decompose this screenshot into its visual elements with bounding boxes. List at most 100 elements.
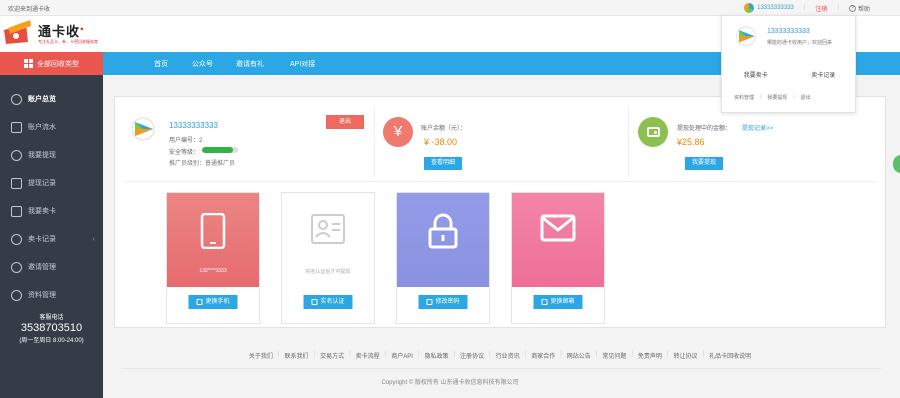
footer-link[interactable]: 商家合作 bbox=[531, 351, 555, 360]
separator: | bbox=[453, 351, 456, 357]
security-label: 安全等级： bbox=[169, 150, 200, 156]
sidebar-item-label: 账户流水 bbox=[28, 124, 56, 131]
sidebar-item-label: 提现记录 bbox=[28, 180, 56, 187]
footer-link[interactable]: 转让协议 bbox=[674, 351, 698, 360]
user-account: 13333333333 bbox=[169, 121, 218, 130]
footer-link[interactable]: 联系我们 bbox=[284, 351, 308, 360]
footer-link[interactable]: 常见问题 bbox=[602, 351, 626, 360]
footer-link[interactable]: 卖卡流程 bbox=[356, 351, 380, 360]
tile-password-face bbox=[397, 193, 489, 287]
separator: | bbox=[631, 351, 633, 357]
nav-item-home[interactable]: 首页 bbox=[154, 59, 168, 69]
tile-verify: 实名认证后才可提现 实名认证 bbox=[281, 192, 375, 324]
all-categories-button[interactable]: 全部回收类型 bbox=[0, 52, 103, 75]
popover-records-link[interactable]: 卖卡记录 bbox=[811, 70, 835, 79]
sidebar-item-overview[interactable]: 账户总览 bbox=[0, 85, 103, 113]
popover-actions: 我要卖卡 卖卡记录 bbox=[722, 70, 857, 79]
change-email-button[interactable]: 更换邮箱 bbox=[533, 295, 583, 309]
chart-icon bbox=[11, 121, 22, 133]
floating-side-tab[interactable] bbox=[893, 155, 900, 173]
withdraw-value: ¥25.86 bbox=[677, 137, 705, 147]
separator: | bbox=[384, 351, 387, 357]
change-password-button[interactable]: 修改密码 bbox=[418, 295, 468, 309]
popover-profile-link[interactable]: 资料管理 bbox=[734, 94, 754, 101]
popover-sell-link[interactable]: 我要卖卡 bbox=[744, 70, 768, 79]
withdraw-label: 提现处理中的金额： bbox=[677, 126, 732, 132]
separator: | bbox=[489, 351, 491, 357]
sidebar-item-label: 邀请管理 bbox=[28, 264, 56, 271]
sidebar-item-sell-records[interactable]: 卖卡记录 ‹ bbox=[0, 225, 103, 253]
hotline: 客服电话 3538703510 (周一至周日 8:00-24:00) bbox=[0, 312, 103, 344]
footer-link[interactable]: 商户API bbox=[391, 351, 413, 360]
account-text: 13333333333 bbox=[757, 5, 794, 11]
footer-link[interactable]: 注册协议 bbox=[460, 351, 484, 360]
sidebar-item-transactions[interactable]: 账户流水 bbox=[0, 113, 103, 141]
avatar bbox=[131, 117, 155, 141]
separator: | bbox=[349, 351, 351, 357]
change-phone-label: 更换手机 bbox=[205, 299, 230, 305]
lock-icon bbox=[426, 299, 433, 305]
separator: | bbox=[417, 351, 420, 357]
sidebar-item-invite-manage[interactable]: 邀请管理 bbox=[0, 253, 103, 281]
user-icon bbox=[11, 289, 22, 301]
popover-greeting: 哪能的通卡收用户，欢迎回来 bbox=[767, 40, 833, 46]
footer-link[interactable]: 网站公告 bbox=[567, 351, 591, 360]
footer-link[interactable]: 礼品卡回收说明 bbox=[709, 351, 751, 360]
nav-item-api[interactable]: API对接 bbox=[290, 59, 315, 69]
help-link[interactable]: ? 帮助 bbox=[848, 4, 870, 13]
list-icon bbox=[11, 177, 22, 189]
separator: | bbox=[793, 94, 795, 100]
exit-button[interactable]: 退出 bbox=[326, 115, 364, 129]
footer-link[interactable]: 隐私政策 bbox=[424, 351, 448, 360]
separator: | bbox=[595, 351, 598, 357]
account-link[interactable]: 13333333333 bbox=[744, 3, 794, 13]
sidebar-item-label: 卖卡记录 bbox=[28, 236, 56, 243]
withdraw-button[interactable]: 我要提现 bbox=[685, 157, 723, 170]
user-icon bbox=[11, 261, 22, 273]
site-logo[interactable]: 通卡收● 专注礼品卡、券、卡密回收服务商 bbox=[4, 18, 114, 50]
footer-link[interactable]: 交易方式 bbox=[320, 351, 344, 360]
logo-slogan: 专注礼品卡、券、卡密回收服务商 bbox=[38, 39, 98, 44]
popover-exit-link[interactable]: 退出 bbox=[801, 94, 811, 101]
phone-icon bbox=[200, 213, 226, 249]
nav-item-invite[interactable]: 邀请有礼 bbox=[236, 59, 264, 69]
separator: | bbox=[313, 351, 316, 357]
popover-account: 13333333333 bbox=[767, 28, 810, 35]
wallet-icon bbox=[638, 117, 668, 147]
coin-icon bbox=[11, 149, 22, 161]
divider bbox=[628, 107, 629, 177]
separator: | bbox=[524, 351, 527, 357]
sidebar-item-withdraw-records[interactable]: 提现记录 bbox=[0, 169, 103, 197]
verify-identity-button[interactable]: 实名认证 bbox=[303, 295, 353, 309]
id-card-icon bbox=[311, 214, 345, 244]
tile-phone-face: 133****3333 bbox=[167, 193, 259, 287]
footer-link[interactable]: 行业资讯 bbox=[496, 351, 520, 360]
footer-link[interactable]: 关于我们 bbox=[249, 351, 273, 360]
welcome-text: 欢迎来到通卡收 bbox=[8, 7, 51, 13]
footer-links: 关于我们 | 联系我们 | 交易方式 | 卖卡流程 | 商户API | 隐私政策 | 注册协议 | 行业资讯… bbox=[200, 351, 800, 360]
help-icon: ? bbox=[848, 4, 856, 12]
verify-hint: 实名认证后才可提现 bbox=[305, 269, 351, 275]
chevron-left-icon: ‹ bbox=[92, 235, 95, 243]
sidebar-item-profile[interactable]: 资料管理 bbox=[0, 281, 103, 309]
footer-link[interactable]: 免责声明 bbox=[638, 351, 662, 360]
hotline-number: 3538703510 bbox=[20, 322, 83, 334]
sidebar-item-sell-card[interactable]: 我要卖卡 bbox=[0, 197, 103, 225]
sidebar-item-withdraw[interactable]: 我要提现 bbox=[0, 141, 103, 169]
logout-link[interactable]: 注销 bbox=[815, 4, 827, 13]
separator: | bbox=[560, 351, 562, 357]
popover-withdraw-link[interactable]: 我要提现 bbox=[767, 94, 787, 101]
change-phone-button[interactable]: 更换手机 bbox=[188, 295, 238, 309]
divider bbox=[374, 107, 375, 177]
security-level-bar bbox=[202, 147, 238, 153]
view-details-button[interactable]: 查看明细 bbox=[424, 157, 462, 170]
hotline-hours: (周一至周日 8:00-24:00) bbox=[19, 338, 84, 344]
help-label: 帮助 bbox=[857, 6, 870, 13]
sidebar-item-label: 我要提现 bbox=[28, 152, 56, 159]
separator: | bbox=[702, 351, 705, 357]
withdraw-records-link[interactable]: 提现记录>> bbox=[742, 123, 773, 132]
mail-icon bbox=[541, 299, 548, 305]
balance-label: 账户余额（元）： bbox=[421, 126, 467, 132]
sidebar-item-label: 我要卖卡 bbox=[28, 208, 56, 215]
nav-item-wechat[interactable]: 公众号 bbox=[192, 59, 213, 69]
